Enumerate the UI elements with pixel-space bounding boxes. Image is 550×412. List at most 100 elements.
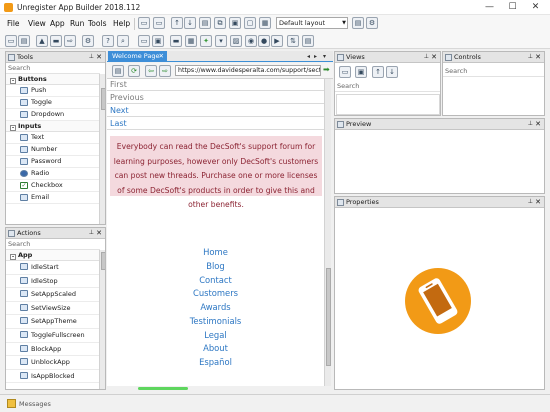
pin-icon[interactable]: ⊥ — [89, 52, 94, 62]
nav-blog[interactable]: Blog — [107, 261, 324, 271]
new-page-icon[interactable]: ▭ — [138, 17, 150, 29]
page-props-icon[interactable]: ▤ — [199, 17, 211, 29]
back-icon[interactable]: ⇦ — [145, 65, 157, 77]
run-icon[interactable]: ▶ — [271, 35, 283, 47]
tab-next-icon[interactable]: ▸ — [314, 51, 317, 62]
maximize-button[interactable]: ☐ — [501, 0, 524, 14]
open-project-icon[interactable]: ▤ — [18, 35, 30, 47]
nav-contact[interactable]: Contact — [107, 275, 324, 285]
layout-select[interactable]: Default layout ▼ — [276, 17, 348, 29]
menu-run[interactable]: Run — [70, 19, 84, 28]
action-item[interactable]: SetAppScaled — [6, 288, 100, 302]
window-icon[interactable]: ▢ — [244, 17, 256, 29]
tool-email[interactable]: Email — [6, 192, 100, 204]
record-icon[interactable]: ● — [258, 35, 270, 47]
minimize-button[interactable]: — — [478, 0, 501, 14]
link-next[interactable]: Next — [107, 105, 324, 117]
build-icon[interactable]: ▲ — [36, 35, 48, 47]
messages-icon[interactable] — [7, 399, 16, 408]
save-icon[interactable]: ▬ — [50, 35, 62, 47]
action-item[interactable]: SetAppTheme — [6, 315, 100, 329]
menu-file[interactable]: File — [7, 19, 20, 28]
tab-prev-icon[interactable]: ◂ — [307, 51, 310, 62]
url-input[interactable]: https://www.davidesperalta.com/support/s… — [175, 65, 321, 76]
save-layout-icon[interactable]: ▤ — [352, 17, 364, 29]
export-icon[interactable]: ⇨ — [64, 35, 76, 47]
page-icon[interactable]: ▭ — [138, 35, 150, 47]
menu-view[interactable]: View — [28, 19, 46, 28]
frame-icon[interactable]: ▣ — [152, 35, 164, 47]
link-last[interactable]: Last — [107, 118, 324, 130]
pin-icon[interactable]: ⊥ — [89, 228, 94, 238]
action-item[interactable]: BlockApp — [6, 342, 100, 357]
pin-icon[interactable]: ⊥ — [528, 52, 533, 62]
view-up-icon[interactable]: ↑ — [372, 66, 384, 78]
link-previous[interactable]: Previous — [107, 92, 324, 104]
dropdown-arrow-icon[interactable]: ▾ — [215, 35, 227, 47]
tools-group-inputs[interactable]: - Inputs — [6, 121, 100, 132]
close-icon[interactable]: ✕ — [535, 119, 541, 129]
nav-espanol[interactable]: Español — [107, 357, 324, 367]
move-down-icon[interactable]: ↓ — [184, 17, 196, 29]
scroll-thumb[interactable] — [101, 88, 105, 110]
actions-scrollbar[interactable] — [99, 250, 105, 389]
android-icon[interactable]: ✦ — [200, 35, 212, 47]
action-item[interactable]: SetViewSize — [6, 301, 100, 316]
tab-list-icon[interactable]: ▾ — [323, 51, 326, 62]
view-frame-icon[interactable]: ▣ — [355, 66, 367, 78]
action-item[interactable]: IsAppBlocked — [6, 369, 100, 384]
close-button[interactable]: ✕ — [524, 0, 547, 14]
actions-search-input[interactable]: Search — [6, 239, 100, 250]
tool-push[interactable]: Push — [6, 85, 100, 97]
tab-welcome-page[interactable]: Welcome Page ✕ — [108, 51, 167, 62]
close-icon[interactable]: ✕ — [535, 197, 541, 207]
menu-tools[interactable]: Tools — [88, 19, 106, 28]
views-search-input[interactable]: Search — [335, 81, 440, 92]
view-icon[interactable]: ▣ — [229, 17, 241, 29]
content-scrollbar[interactable] — [324, 79, 331, 386]
nav-legal[interactable]: Legal — [107, 330, 324, 340]
layout-options-icon[interactable]: ⚙ — [366, 17, 378, 29]
tool-radio[interactable]: Radio — [6, 168, 100, 180]
tools-search-input[interactable]: Search — [6, 63, 100, 74]
tool-checkbox[interactable]: ✓ Checkbox — [6, 180, 100, 192]
messages-label[interactable]: Messages — [19, 400, 51, 408]
go-icon[interactable]: ➡ — [323, 65, 330, 74]
close-icon[interactable]: ✕ — [96, 52, 102, 62]
link-first[interactable]: First — [107, 79, 324, 91]
grid-icon[interactable]: ▦ — [185, 35, 197, 47]
image-icon[interactable]: ▨ — [230, 35, 242, 47]
action-item[interactable]: ToggleFullscreen — [6, 328, 100, 343]
pin-icon[interactable]: ⊥ — [424, 52, 429, 62]
scroll-thumb[interactable] — [101, 252, 105, 270]
monitor-icon[interactable]: ▬ — [170, 35, 182, 47]
copy-icon[interactable]: ⧉ — [214, 17, 226, 29]
nav-customers[interactable]: Customers — [107, 288, 324, 298]
search-tool-icon[interactable]: ⌕ — [117, 35, 129, 47]
help-icon[interactable]: ? — [102, 35, 114, 47]
tool-text[interactable]: Text — [6, 132, 100, 144]
pin-icon[interactable]: ⊥ — [528, 119, 533, 129]
nav-home[interactable]: Home — [107, 247, 324, 257]
close-icon[interactable]: ✕ — [535, 52, 541, 62]
actions-group-app[interactable]: - App — [6, 250, 100, 261]
action-item[interactable]: IdleStop — [6, 274, 100, 289]
settings-icon[interactable]: ⚙ — [82, 35, 94, 47]
tool-password[interactable]: Password — [6, 156, 100, 168]
page-props-icon[interactable]: ▤ — [112, 65, 124, 77]
sort-icon[interactable]: ⇅ — [287, 35, 299, 47]
arrange-icon[interactable]: ▦ — [259, 17, 271, 29]
tools-scrollbar[interactable] — [99, 74, 105, 224]
nav-testimonials[interactable]: Testimonials — [107, 316, 324, 326]
controls-search-input[interactable]: Search — [443, 66, 544, 77]
close-icon[interactable]: ✕ — [96, 228, 102, 238]
action-item[interactable]: IdleStart — [6, 261, 100, 275]
menu-help[interactable]: Help — [113, 19, 130, 28]
tool-toggle[interactable]: Toggle — [6, 97, 100, 109]
scroll-thumb[interactable] — [326, 268, 331, 366]
nav-awards[interactable]: Awards — [107, 302, 324, 312]
tools-group-buttons[interactable]: - Buttons — [6, 74, 100, 85]
close-icon[interactable]: ✕ — [431, 52, 437, 62]
new-project-icon[interactable]: ▭ — [5, 35, 17, 47]
forward-icon[interactable]: ⇨ — [159, 65, 171, 77]
